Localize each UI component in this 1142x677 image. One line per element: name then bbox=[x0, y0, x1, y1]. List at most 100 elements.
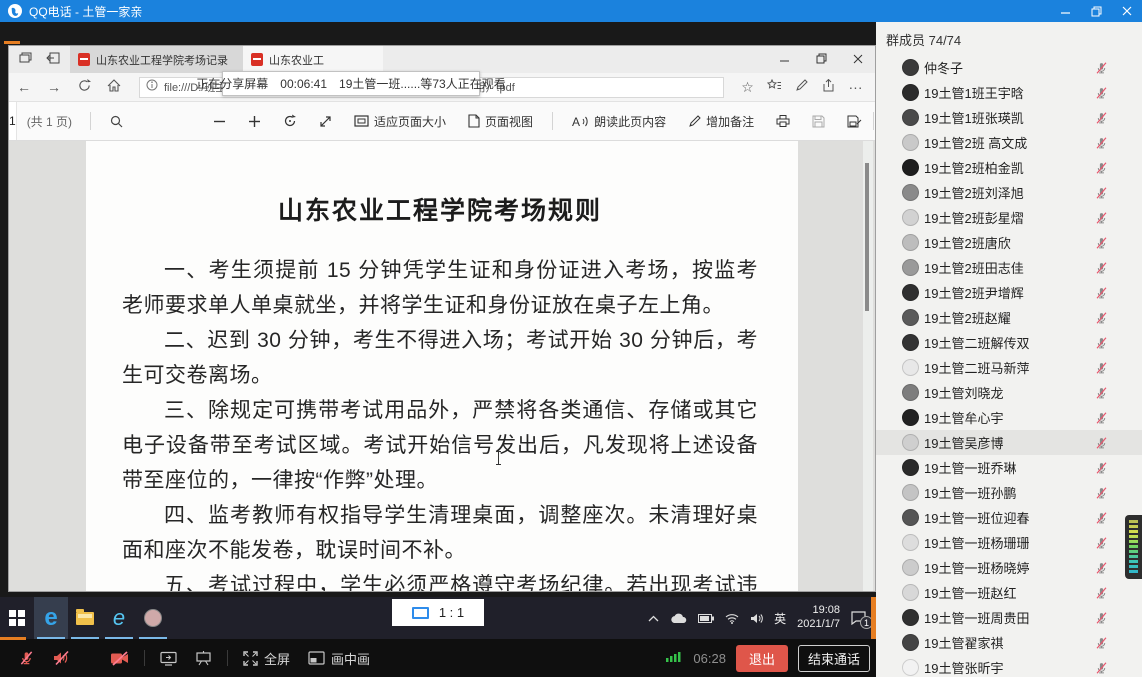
member-mic-muted-icon[interactable] bbox=[1095, 136, 1108, 150]
member-row[interactable]: 19土管牟心宇 bbox=[876, 405, 1142, 430]
more-icon[interactable]: ··· bbox=[842, 79, 869, 95]
member-row[interactable]: 19土管一班位迎春 bbox=[876, 505, 1142, 530]
member-mic-muted-icon[interactable] bbox=[1095, 511, 1108, 525]
member-row[interactable]: 19土管二班马新萍 bbox=[876, 355, 1142, 380]
member-mic-muted-icon[interactable] bbox=[1095, 61, 1108, 75]
rotate-icon[interactable] bbox=[283, 114, 297, 128]
member-row[interactable]: 19土管一班赵红 bbox=[876, 580, 1142, 605]
home-icon[interactable] bbox=[99, 79, 129, 95]
member-mic-muted-icon[interactable] bbox=[1095, 586, 1108, 600]
member-mic-muted-icon[interactable] bbox=[1095, 486, 1108, 500]
member-row[interactable]: 19土管2班赵耀 bbox=[876, 305, 1142, 330]
member-mic-muted-icon[interactable] bbox=[1095, 661, 1108, 675]
member-mic-muted-icon[interactable] bbox=[1095, 211, 1108, 225]
member-mic-muted-icon[interactable] bbox=[1095, 611, 1108, 625]
member-mic-muted-icon[interactable] bbox=[1095, 436, 1108, 450]
camera-muted-icon[interactable] bbox=[110, 651, 129, 666]
member-mic-muted-icon[interactable] bbox=[1095, 186, 1108, 200]
taskbar-ie[interactable]: e bbox=[102, 597, 136, 639]
member-row[interactable]: 19土管一班杨珊珊 bbox=[876, 530, 1142, 555]
speaker-muted-icon[interactable] bbox=[52, 650, 70, 666]
member-row[interactable]: 19土管2班柏金凯 bbox=[876, 155, 1142, 180]
member-row[interactable]: 19土管2班田志佳 bbox=[876, 255, 1142, 280]
member-row[interactable]: 19土管2班刘泽旭 bbox=[876, 180, 1142, 205]
member-mic-muted-icon[interactable] bbox=[1095, 536, 1108, 550]
member-mic-muted-icon[interactable] bbox=[1095, 161, 1108, 175]
save-icon[interactable] bbox=[812, 115, 825, 128]
tab-preview-icon[interactable] bbox=[19, 51, 32, 69]
member-mic-muted-icon[interactable] bbox=[1095, 261, 1108, 275]
favorites-hub-icon[interactable] bbox=[761, 79, 788, 95]
add-note-button[interactable]: 增加备注 bbox=[688, 113, 754, 130]
member-row[interactable]: 19土管1班王宇晗 bbox=[876, 80, 1142, 105]
taskbar-qq[interactable] bbox=[136, 597, 170, 639]
member-mic-muted-icon[interactable] bbox=[1095, 86, 1108, 100]
share-zoom-indicator[interactable]: 1 : 1 bbox=[392, 599, 484, 626]
whiteboard-icon[interactable] bbox=[195, 651, 212, 666]
member-row[interactable]: 19土管刘晓龙 bbox=[876, 380, 1142, 405]
forward-icon[interactable]: → bbox=[39, 79, 69, 95]
screen-share-icon[interactable] bbox=[160, 651, 177, 666]
set-aside-tabs-icon[interactable] bbox=[46, 51, 60, 69]
member-mic-muted-icon[interactable] bbox=[1095, 461, 1108, 475]
info-icon[interactable] bbox=[146, 78, 158, 96]
taskbar-explorer[interactable] bbox=[68, 597, 102, 639]
screen-share-status-bar[interactable]: 正在分享屏幕 00:06:41 19土管一班......等73人正在观看 bbox=[222, 71, 480, 96]
save-as-icon[interactable] bbox=[847, 115, 862, 128]
refresh-icon[interactable] bbox=[69, 79, 99, 95]
member-row[interactable]: 仲冬子 bbox=[876, 55, 1142, 80]
mic-muted-icon[interactable] bbox=[19, 650, 34, 666]
member-mic-muted-icon[interactable] bbox=[1095, 636, 1108, 650]
action-center-button[interactable]: 1 bbox=[851, 611, 866, 625]
page-number-input[interactable]: 1 bbox=[9, 102, 17, 140]
browser-tab-rules-active[interactable]: 山东农业工 bbox=[243, 46, 383, 73]
member-row[interactable]: 19土管一班杨晓婷 bbox=[876, 555, 1142, 580]
input-language-indicator[interactable]: 英 bbox=[774, 610, 786, 627]
taskbar-edge[interactable]: e bbox=[34, 597, 68, 639]
member-row[interactable]: 19土管吴彦博 bbox=[876, 430, 1142, 455]
close-icon[interactable] bbox=[1122, 6, 1132, 16]
expand-diagonal-icon[interactable] bbox=[319, 115, 332, 128]
pip-button[interactable]: 画中画 bbox=[308, 649, 370, 668]
browser-tab-records[interactable]: 山东农业工程学院考场记录 bbox=[70, 46, 243, 73]
browser-restore-icon[interactable] bbox=[816, 51, 827, 69]
member-row[interactable]: 19土管2班唐欣 bbox=[876, 230, 1142, 255]
member-list[interactable]: 仲冬子 19土管1班王宇晗 19土管1班张瑛凯 bbox=[876, 55, 1142, 677]
print-icon[interactable] bbox=[776, 114, 790, 128]
back-icon[interactable]: ← bbox=[9, 79, 39, 95]
fullscreen-button[interactable]: 全屏 bbox=[243, 649, 290, 668]
volume-icon[interactable] bbox=[750, 613, 763, 624]
member-mic-muted-icon[interactable] bbox=[1095, 561, 1108, 575]
end-call-button[interactable]: 结束通话 bbox=[798, 645, 870, 672]
member-mic-muted-icon[interactable] bbox=[1095, 411, 1108, 425]
pdf-scrollbar[interactable] bbox=[863, 141, 873, 591]
taskbar-clock[interactable]: 19:08 2021/1/7 bbox=[797, 604, 840, 632]
tray-chevron-up-icon[interactable] bbox=[648, 615, 659, 622]
zoom-in-icon[interactable] bbox=[248, 115, 261, 128]
onedrive-icon[interactable] bbox=[670, 613, 687, 624]
pdf-scrollbar-thumb[interactable] bbox=[865, 163, 869, 311]
member-mic-muted-icon[interactable] bbox=[1095, 111, 1108, 125]
minimize-icon[interactable] bbox=[1061, 6, 1071, 16]
read-aloud-button[interactable]: A 朗读此页内容 bbox=[572, 113, 666, 130]
pdf-content-area[interactable]: 山东农业工程学院考场规则 一、考生须提前 15 分钟凭学生证和身份证进入考场，按… bbox=[9, 141, 875, 591]
member-row[interactable]: 19土管一班孙鹏 bbox=[876, 480, 1142, 505]
restore-icon[interactable] bbox=[1091, 6, 1102, 17]
member-mic-muted-icon[interactable] bbox=[1095, 286, 1108, 300]
member-mic-muted-icon[interactable] bbox=[1095, 386, 1108, 400]
start-button[interactable] bbox=[0, 597, 34, 639]
zoom-out-icon[interactable] bbox=[213, 115, 226, 128]
member-row[interactable]: 19土管张昕宇 bbox=[876, 655, 1142, 677]
browser-close-icon[interactable] bbox=[853, 51, 863, 69]
share-icon[interactable] bbox=[815, 79, 842, 95]
member-row[interactable]: 19土管一班乔琳 bbox=[876, 455, 1142, 480]
member-row[interactable]: 19土管二班解传双 bbox=[876, 330, 1142, 355]
annotate-pen-icon[interactable] bbox=[788, 79, 815, 95]
exit-button[interactable]: 退出 bbox=[736, 645, 788, 672]
fit-page-button[interactable]: 适应页面大小 bbox=[354, 113, 446, 130]
voice-volume-meter[interactable] bbox=[1125, 515, 1142, 579]
search-icon[interactable] bbox=[110, 115, 123, 128]
member-row[interactable]: 19土管2班 高文成 bbox=[876, 130, 1142, 155]
member-mic-muted-icon[interactable] bbox=[1095, 311, 1108, 325]
battery-icon[interactable] bbox=[698, 614, 714, 623]
